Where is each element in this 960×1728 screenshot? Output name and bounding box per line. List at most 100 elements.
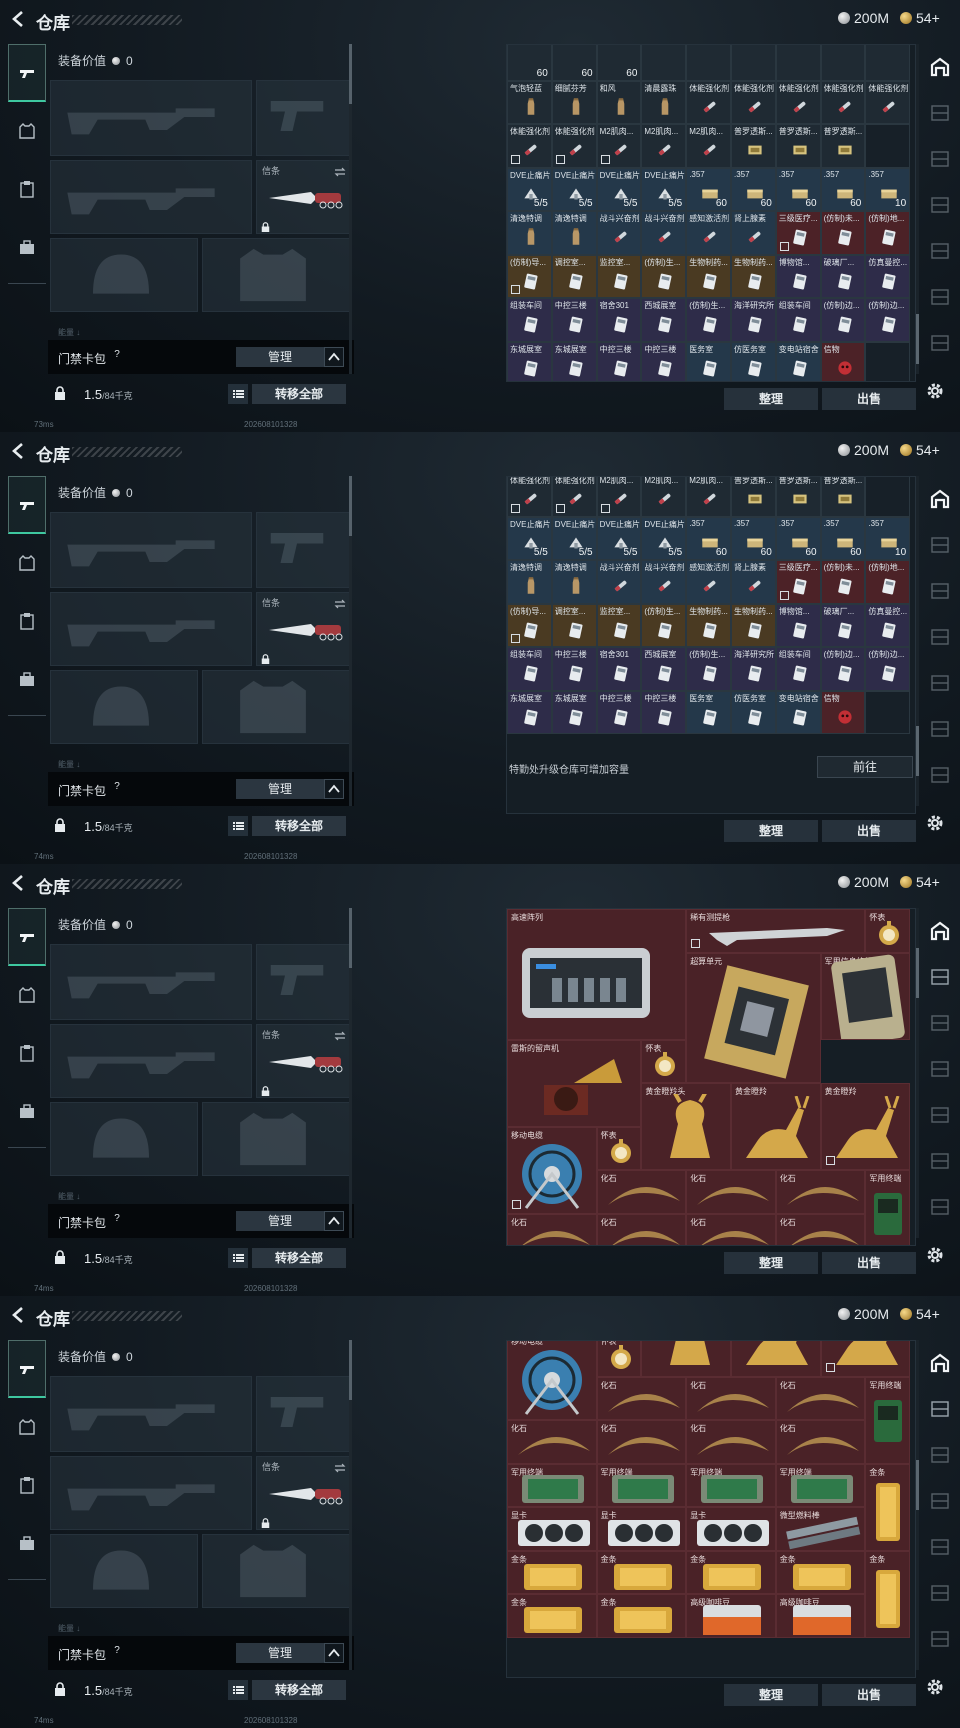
item-cell[interactable]: 组装车间 — [507, 298, 552, 342]
rail-shelf-2[interactable] — [920, 136, 960, 182]
rail-shelf-3[interactable] — [920, 1478, 960, 1524]
chevron-up-icon[interactable] — [324, 1211, 344, 1231]
list-icon[interactable] — [228, 816, 248, 836]
item-cell[interactable]: 怀表 — [641, 1039, 687, 1083]
item-cell[interactable]: 中控三楼 — [596, 690, 642, 734]
item-cell[interactable]: DVE止痛片 5/5 — [507, 167, 552, 211]
item-cell[interactable]: 医务室 — [686, 690, 731, 734]
item-cell[interactable]: 显卡 — [686, 1507, 776, 1551]
item-cell[interactable]: 化石 — [507, 1420, 597, 1464]
stash-scrollbar[interactable] — [916, 908, 919, 1238]
item-cell[interactable]: 超算单元 — [686, 952, 821, 1083]
item-cell[interactable]: (仿制)未... — [820, 211, 866, 255]
pistol-slot[interactable] — [256, 944, 352, 1020]
item-cell[interactable]: 微型燃料棒 — [775, 1507, 866, 1551]
nav-backpack[interactable] — [8, 1514, 46, 1572]
helmet-slot[interactable] — [50, 1534, 198, 1608]
item-cell[interactable]: 金条 — [596, 1550, 687, 1594]
help-icon[interactable]: ? — [110, 1644, 124, 1658]
rail-vault[interactable] — [920, 908, 960, 954]
armor-slot[interactable] — [202, 1102, 352, 1176]
item-cell[interactable]: (仿制)未... — [820, 560, 866, 604]
item-cell[interactable]: 金条 — [775, 1550, 866, 1594]
item-cell[interactable]: 中控三楼 — [596, 341, 642, 381]
item-cell[interactable]: (仿制)地... — [865, 211, 911, 255]
item-cell[interactable]: (仿制)边... — [865, 647, 911, 691]
secondary-weapon-slot[interactable] — [50, 1024, 252, 1098]
item-cell[interactable]: 化石 — [775, 1170, 866, 1214]
stash-scrollbar[interactable] — [916, 44, 919, 374]
item-cell[interactable]: 清逸特调 — [507, 211, 552, 255]
item-cell[interactable]: 战斗兴奋剂 — [641, 560, 687, 604]
item-cell[interactable]: 显卡 — [507, 1507, 597, 1551]
item-cell[interactable]: 东城展室 — [507, 690, 552, 734]
rail-shelf-1[interactable] — [920, 954, 960, 1000]
item-cell[interactable]: 海洋研究所 — [730, 298, 776, 342]
item-cell[interactable]: 组装车间 — [507, 647, 552, 691]
item-cell[interactable]: 仿真曼控... — [865, 254, 911, 298]
primary-weapon-slot[interactable] — [50, 1376, 252, 1452]
item-cell[interactable]: 清晨露珠 — [641, 80, 687, 124]
item-cell[interactable]: 气泡轻蓝 — [507, 80, 552, 124]
item-cell[interactable]: 军用终端 — [596, 1463, 687, 1507]
item-cell[interactable]: 体能强化剂 — [507, 124, 552, 168]
item-cell[interactable]: .357 60 — [820, 167, 866, 211]
item-cell[interactable]: .357 60 — [730, 167, 776, 211]
rail-shelf-4[interactable] — [920, 660, 960, 706]
item-cell[interactable]: (仿制)生... — [686, 647, 731, 691]
item-cell[interactable]: DVE止痛片 5/5 — [551, 167, 597, 211]
item-cell[interactable]: 体能强化剂 — [551, 477, 597, 517]
item-cell[interactable]: 体能强化剂 — [507, 477, 552, 517]
empty-cell[interactable] — [865, 690, 911, 734]
item-cell[interactable]: 金条 — [507, 1594, 597, 1638]
item-cell[interactable]: (仿制)边... — [820, 298, 866, 342]
item-cell[interactable]: 军用终端 — [686, 1463, 776, 1507]
item-cell[interactable]: 普罗透斯... — [730, 477, 776, 517]
sell-button[interactable]: 出售 — [822, 1684, 916, 1706]
item-cell[interactable]: .357 60 — [686, 167, 731, 211]
nav-tasks[interactable] — [8, 592, 46, 650]
gold-currency[interactable]: 54+ — [900, 1306, 940, 1322]
nav-backpack[interactable] — [8, 218, 46, 276]
empty-cell[interactable] — [865, 124, 911, 168]
item-cell[interactable]: 普罗透斯... — [820, 124, 866, 168]
item-cell[interactable]: 移动电缆 — [507, 1341, 597, 1420]
item-cell[interactable]: 医务室 — [686, 341, 731, 381]
item-cell[interactable]: 体能强化剂 — [775, 80, 821, 124]
item-cell[interactable]: 三级医疗... — [775, 560, 821, 604]
item-cell[interactable]: 稀有测提枪 — [686, 909, 866, 953]
primary-weapon-slot[interactable] — [50, 944, 252, 1020]
swap-icon[interactable] — [334, 596, 346, 609]
item-cell[interactable]: (仿制)边... — [865, 298, 911, 342]
item-cell[interactable]: DVE止痛片 5/5 — [551, 516, 597, 560]
item-cell[interactable]: 调控室... — [551, 254, 597, 298]
secondary-weapon-slot[interactable] — [50, 160, 252, 234]
secondary-weapon-slot[interactable] — [50, 1456, 252, 1530]
list-icon[interactable] — [228, 1680, 248, 1700]
sort-button[interactable]: 整理 — [724, 820, 818, 842]
item-cell[interactable]: 化石 — [686, 1170, 776, 1214]
item-cell[interactable]: DVE止痛片 5/5 — [641, 516, 687, 560]
back-arrow-icon[interactable] — [8, 440, 30, 462]
rail-shelf-5[interactable] — [920, 706, 960, 752]
item-cell[interactable]: 军用终端 — [865, 1170, 911, 1245]
item-cell[interactable]: 宿舍301 — [596, 647, 642, 691]
nav-weapons[interactable] — [8, 476, 46, 534]
item-cell[interactable]: 海洋研究所 — [730, 647, 776, 691]
item-cell[interactable]: 肾上腺素 — [730, 560, 776, 604]
item-cell[interactable]: 黄金瞪羚头 — [641, 1083, 731, 1170]
sort-button[interactable]: 整理 — [724, 388, 818, 410]
empty-cell[interactable]: 60 — [507, 45, 552, 81]
item-cell[interactable]: 变电站宿舍 — [775, 341, 821, 381]
item-cell[interactable]: 金条 — [686, 1550, 776, 1594]
item-cell[interactable]: DVE止痛片 5/5 — [641, 167, 687, 211]
nav-tasks[interactable] — [8, 160, 46, 218]
empty-cell[interactable] — [730, 45, 776, 81]
loadout-scrollbar[interactable] — [349, 476, 352, 806]
rail-shelf-4[interactable] — [920, 1092, 960, 1138]
nav-armor[interactable] — [8, 102, 46, 160]
rail-shelf-2[interactable] — [920, 1432, 960, 1478]
empty-cell[interactable] — [641, 45, 687, 81]
item-cell[interactable]: 化石 — [596, 1420, 687, 1464]
swap-icon[interactable] — [334, 164, 346, 177]
